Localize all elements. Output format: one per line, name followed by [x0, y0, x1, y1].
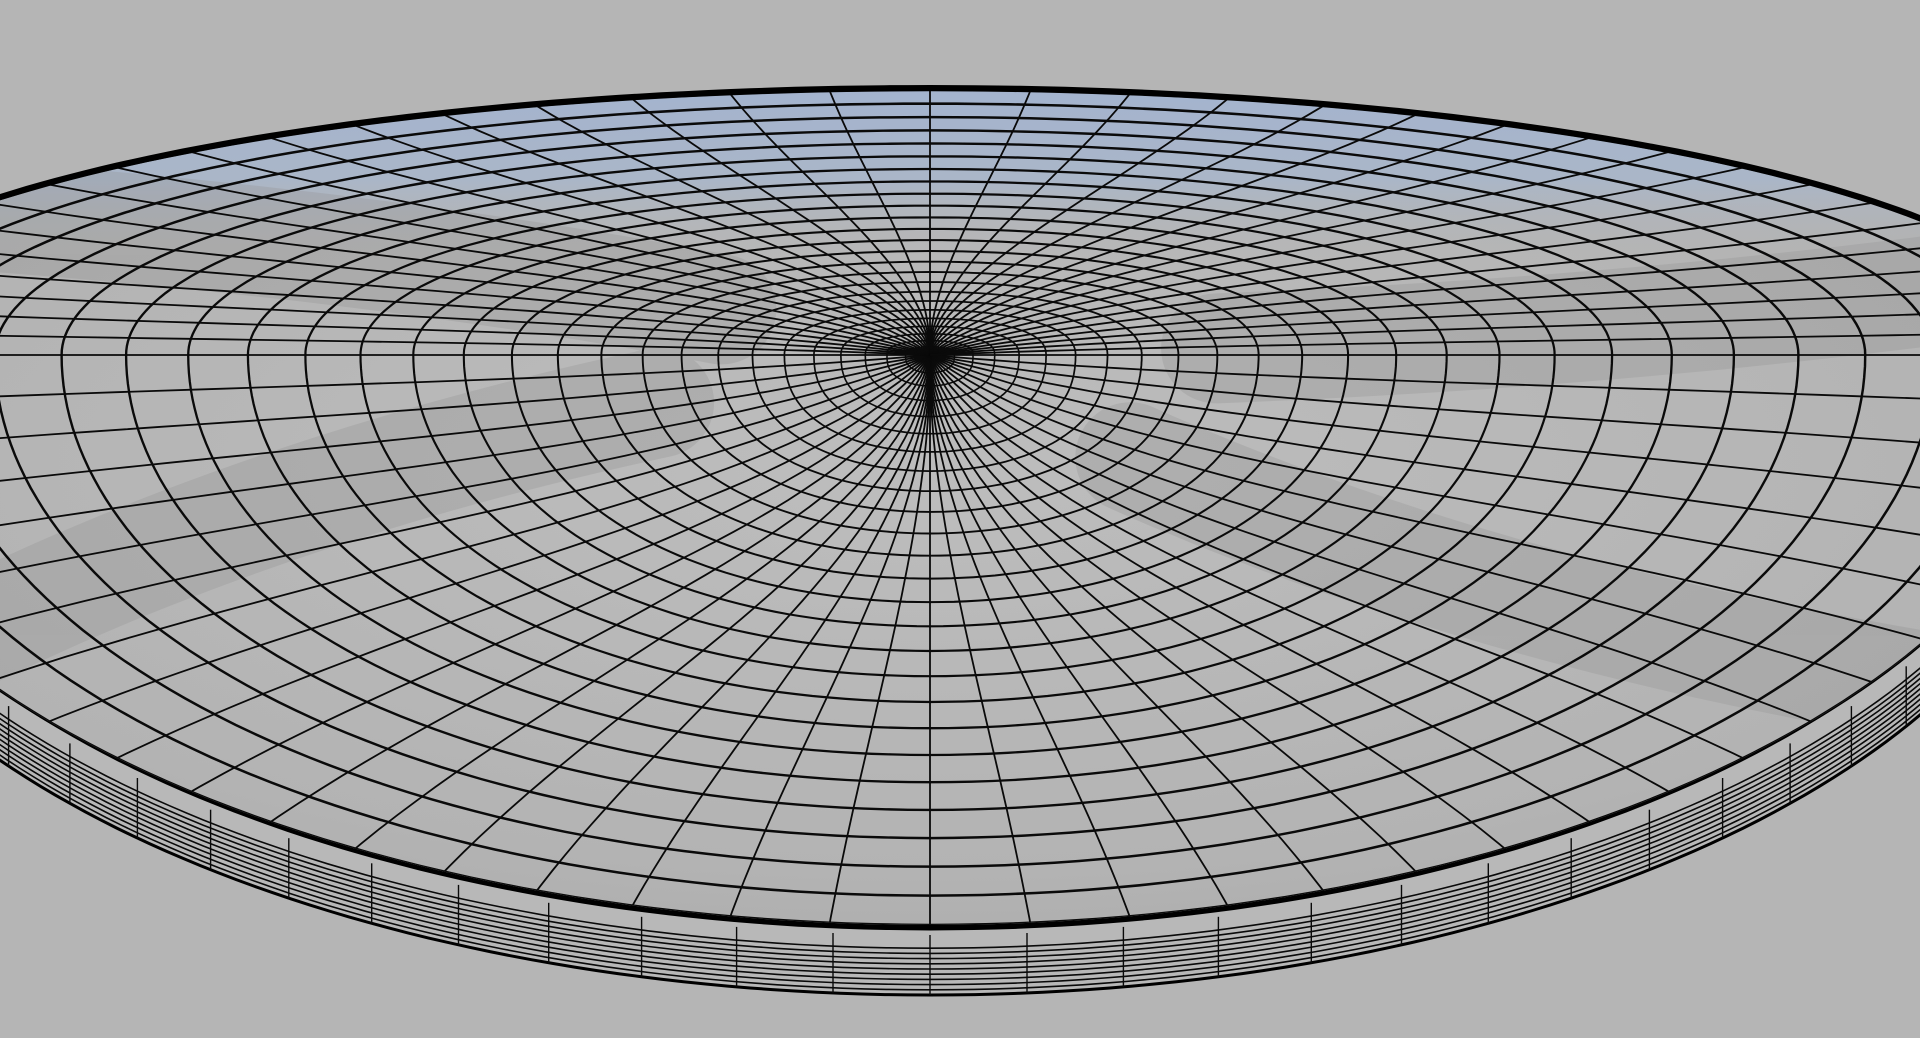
wireframe-dish-render [0, 84, 1920, 997]
render-viewport[interactable] [0, 0, 1920, 1038]
